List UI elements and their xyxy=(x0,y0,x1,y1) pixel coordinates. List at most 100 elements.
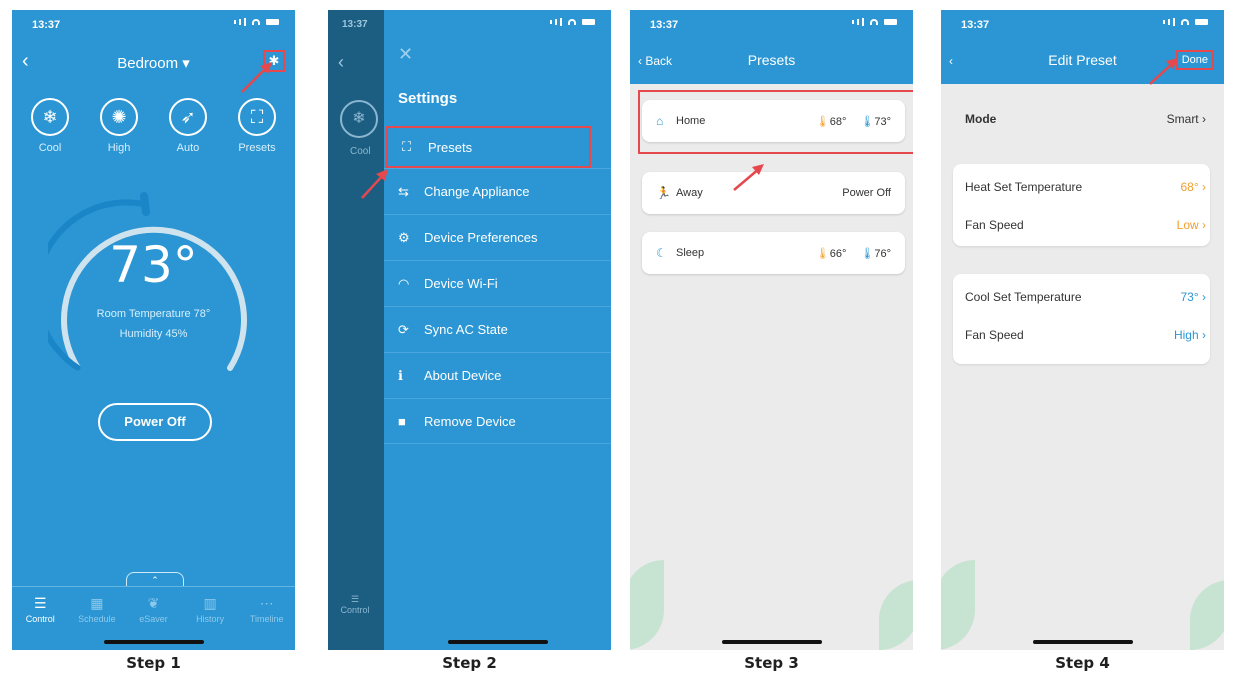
menu-item-label: Device Wi-Fi xyxy=(424,276,498,291)
settings-menu: ⛶ Presets ⇆ Change Appliance ⚙ Device Prefe… xyxy=(384,126,611,444)
status-time: 13:37 xyxy=(32,19,61,31)
heat-value: 66° xyxy=(829,247,847,260)
menu-item-sync-ac-state[interactable]: ⟳ Sync AC State xyxy=(384,306,611,352)
heat-set-value-text: 68° xyxy=(1180,180,1199,194)
sync-icon: ⟳ xyxy=(398,321,409,337)
leaf-decoration xyxy=(630,560,664,650)
signal-icons xyxy=(852,18,897,26)
red-arrow-icon xyxy=(361,169,388,199)
step-label: Step 3 xyxy=(744,654,799,672)
heat-set-label: Heat Set Temperature xyxy=(965,180,1083,194)
snowflake-icon: ❄ xyxy=(340,100,378,138)
menu-item-label: Device Preferences xyxy=(424,230,538,245)
preset-name: Sleep xyxy=(676,247,705,259)
tab-control: ☰ Control xyxy=(340,594,370,615)
running-icon: 🏃 xyxy=(656,186,671,200)
tab-label: Control xyxy=(340,605,370,615)
power-off-button[interactable]: Power Off xyxy=(98,403,212,441)
home-indicator xyxy=(103,640,204,644)
mode-cool-button[interactable]: ❄ Cool xyxy=(22,98,78,154)
fan-icon: ✺ xyxy=(100,98,138,136)
close-icon[interactable]: ✕ xyxy=(398,44,413,65)
set-temperature: 73° xyxy=(109,236,198,294)
tab-control[interactable]: ☰ Control xyxy=(15,587,65,634)
signal-icons xyxy=(550,18,595,26)
fan-speed-value: Low › xyxy=(1176,218,1206,232)
auto-icon: ➶ xyxy=(169,98,207,136)
signal-icons xyxy=(234,18,279,26)
fan-speed-label: Fan Speed xyxy=(965,328,1024,342)
humidity: Humidity 45% xyxy=(119,328,188,340)
history-icon: ▥ xyxy=(203,595,217,611)
cool-set-value-text: 73° xyxy=(1180,290,1199,304)
fan-high-button[interactable]: ✺ High xyxy=(91,98,147,154)
mode-label: Cool xyxy=(350,146,371,157)
mode-label: Presets xyxy=(238,142,276,154)
status-bar xyxy=(384,10,611,38)
wifi-icon: ◠ xyxy=(398,275,410,291)
red-arrow-icon xyxy=(241,62,272,93)
status-bar: 13:37 xyxy=(630,10,913,38)
schedule-icon: ▦ xyxy=(90,595,104,611)
preset-name: Home xyxy=(676,115,706,127)
cool-set-value: 73° › xyxy=(1180,290,1207,304)
nav-bar: ‹ Back Presets xyxy=(630,38,913,84)
red-arrow-icon xyxy=(1149,58,1178,85)
home-indicator xyxy=(1032,640,1133,644)
fan-speed-value-text: Low xyxy=(1176,218,1199,232)
mode-label: High xyxy=(107,142,131,154)
red-arrow-icon xyxy=(733,164,764,191)
fan-speed-value-text: High xyxy=(1173,328,1199,342)
heat-settings-group xyxy=(953,164,1210,246)
tab-schedule[interactable]: ▦ Schedule xyxy=(72,587,122,634)
preset-sleep[interactable]: ☾ Sleep 🌡66° 🌡76° xyxy=(642,232,905,274)
tab-timeline[interactable]: ⋯ Timeline xyxy=(242,587,292,634)
preset-away[interactable]: 🏃 Away Power Off xyxy=(642,172,905,214)
snowflake-icon: ❄ xyxy=(31,98,69,136)
temperature-dial[interactable] xyxy=(48,188,260,400)
tab-bar: ☰ Control ▦ Schedule ❦ eSaver ▥ History ⋯ Tim… xyxy=(12,586,295,634)
back-chevron-icon: ‹ xyxy=(338,52,344,72)
page-title: Presets xyxy=(747,52,796,68)
moon-icon: ☾ xyxy=(656,246,667,260)
mode-value-text: Smart xyxy=(1166,112,1199,126)
leaf-decoration xyxy=(941,560,975,650)
cool-value: 73° xyxy=(874,115,891,128)
home-indicator xyxy=(721,640,822,644)
dimmed-background[interactable]: 13:37 ‹ ❄ Cool ☰ Control xyxy=(328,10,384,650)
menu-item-about-device[interactable]: ℹ About Device xyxy=(384,352,611,398)
step4-screen: 13:37 ‹ Edit Preset Done Mode Smart › He… xyxy=(941,10,1224,650)
mode-row[interactable]: Mode Smart › xyxy=(965,112,1206,126)
tab-label: Control xyxy=(25,614,55,624)
step3-screen: 13:37 ‹ Back Presets ⌂ Home 🌡68° 🌡73° 🏃 … xyxy=(630,10,913,650)
trash-icon: ■ xyxy=(398,413,406,429)
menu-item-remove-device[interactable]: ■ Remove Device xyxy=(384,398,611,444)
preset-state: Power Off xyxy=(842,187,891,199)
swing-auto-button[interactable]: ➶ Auto xyxy=(160,98,216,154)
heat-set-row[interactable]: Heat Set Temperature 68° › xyxy=(965,180,1206,194)
preset-home[interactable]: ⌂ Home 🌡68° 🌡73° xyxy=(642,100,905,142)
menu-item-presets[interactable]: ⛶ Presets xyxy=(386,126,591,168)
status-time: 13:37 xyxy=(650,19,679,31)
cool-setpoint: 🌡76° xyxy=(860,247,891,260)
tab-esaver[interactable]: ❦ eSaver xyxy=(128,587,178,634)
menu-item-change-appliance[interactable]: ⇆ Change Appliance xyxy=(384,168,611,214)
leaf-decoration xyxy=(879,580,913,650)
fan-speed-label: Fan Speed xyxy=(965,218,1024,232)
fan-speed-row-heat[interactable]: Fan Speed Low › xyxy=(965,218,1206,232)
fan-speed-row-cool[interactable]: Fan Speed High › xyxy=(965,328,1206,342)
chevron-up-icon[interactable]: ⌃ xyxy=(126,572,184,586)
menu-item-label: Sync AC State xyxy=(424,322,508,337)
menu-item-device-wifi[interactable]: ◠ Device Wi-Fi xyxy=(384,260,611,306)
mode-row: ❄ Cool ✺ High ➶ Auto ⛶ Presets xyxy=(22,98,285,154)
info-icon: ℹ xyxy=(398,367,403,383)
presets-button[interactable]: ⛶ Presets xyxy=(229,98,285,154)
cool-setpoint: 🌡73° xyxy=(860,115,891,128)
tab-history[interactable]: ▥ History xyxy=(185,587,235,634)
settings-drawer: ✕ Settings ⛶ Presets ⇆ Change Appliance ⚙ D… xyxy=(384,10,611,650)
menu-item-device-preferences[interactable]: ⚙ Device Preferences xyxy=(384,214,611,260)
step1-screen: 13:37 ‹ Bedroom ▾ ✱ ❄ Cool ✺ High ➶ Auto ⛶ P… xyxy=(12,10,295,650)
cool-set-row[interactable]: Cool Set Temperature 73° › xyxy=(965,290,1206,304)
status-bar: 13:37 xyxy=(12,10,295,38)
tab-label: Schedule xyxy=(78,614,116,624)
